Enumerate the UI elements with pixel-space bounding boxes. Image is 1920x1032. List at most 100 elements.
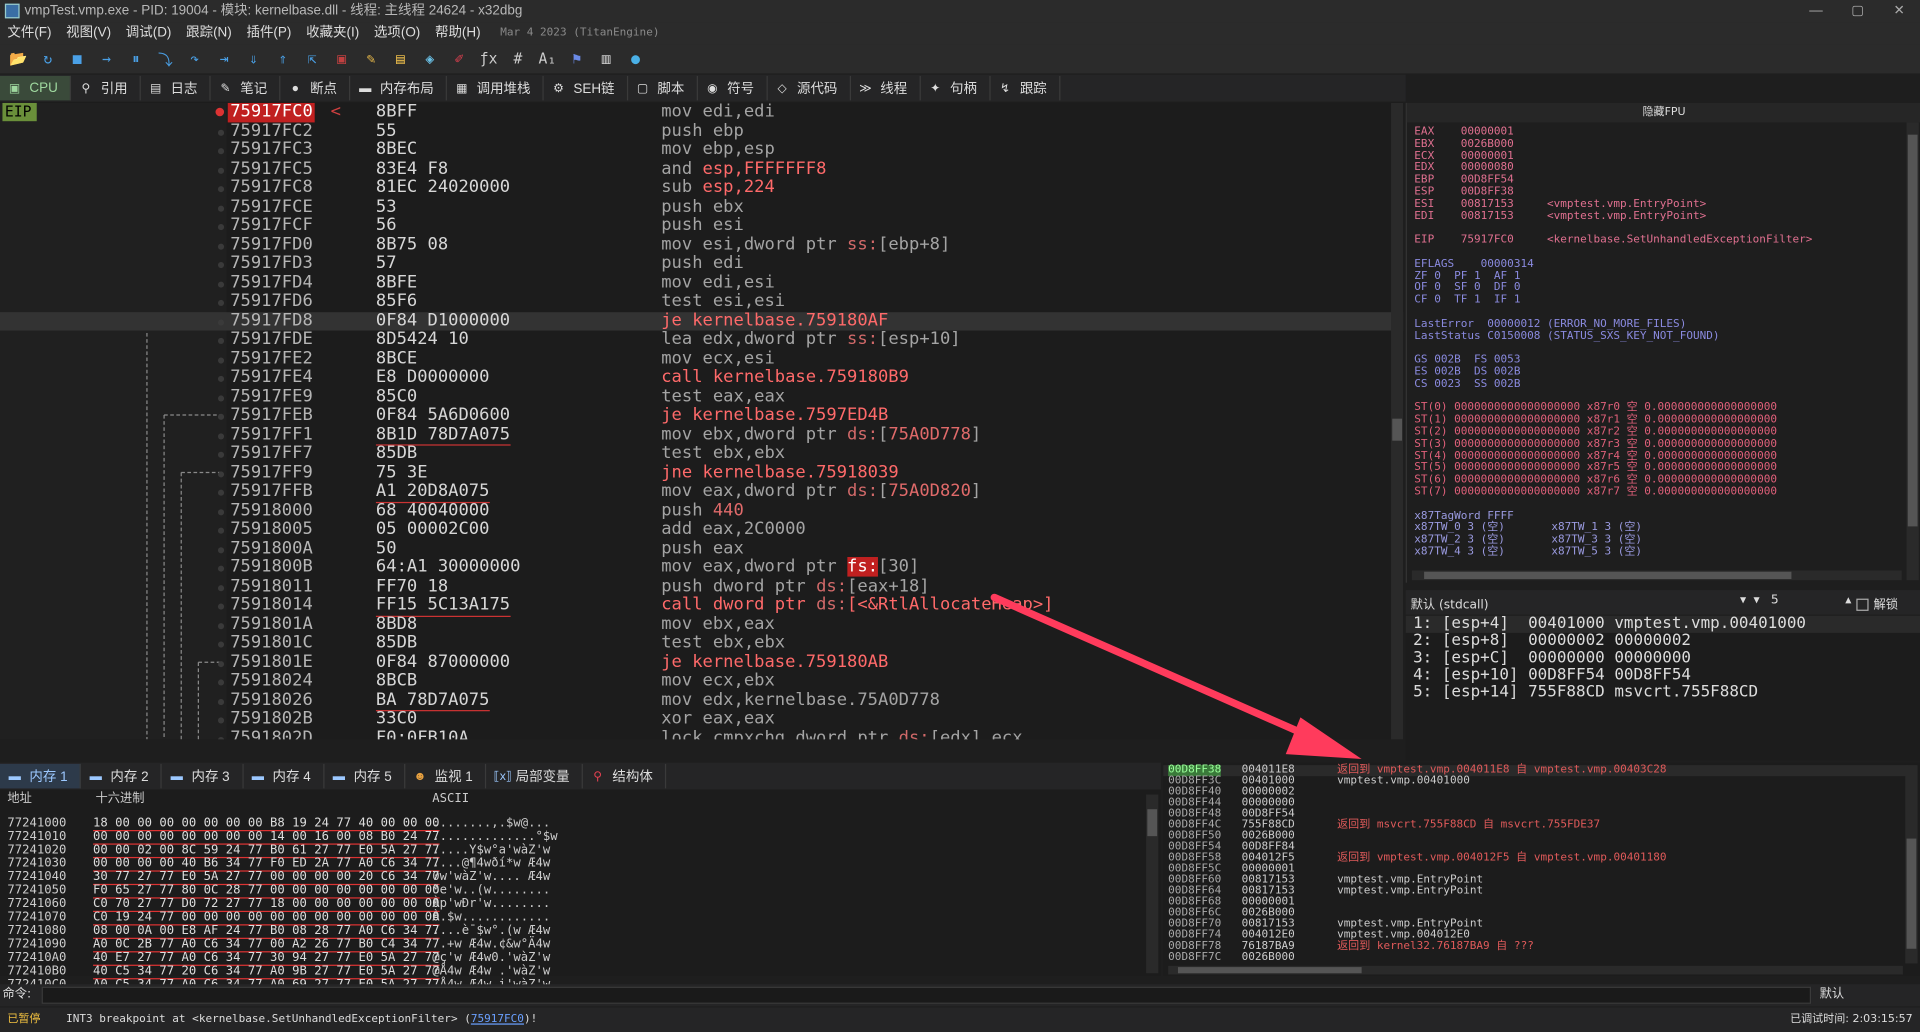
stack-hscrollbar[interactable]	[1168, 965, 1903, 975]
dump-tab-0[interactable]: ▬ 内存 1	[0, 763, 82, 789]
breakpoint-slot[interactable]	[217, 641, 225, 648]
toolbar-icon-8[interactable]: ⇓	[240, 47, 267, 71]
disasm-row[interactable]: 7591801C 85DB test ebx,ebx	[0, 633, 1403, 653]
toolbar-icon-0[interactable]: 📂	[5, 47, 32, 71]
dump-tab-4[interactable]: ▬ 内存 5	[324, 763, 406, 789]
disasm-row[interactable]: 75917FF9 75 3E jne kernelbase.75918039	[0, 462, 1403, 482]
hex-column-header[interactable]: 十六进制	[96, 792, 145, 805]
arguments-list[interactable]: 1: [esp+4] 00401000 vmptest.vmp.00401000…	[1405, 615, 1920, 761]
disasm-row[interactable]: 7591802B 33C0 xor eax,eax	[0, 709, 1403, 729]
stack-view[interactable]: 00D8FF38 004011E8 返回到 vmptest.vmp.004011E8…	[1163, 762, 1920, 976]
breakpoint-slot[interactable]	[217, 584, 225, 591]
toolbar-icon-5[interactable]: ⤵	[152, 47, 179, 71]
register-line[interactable]: CF 0 TF 1 IF 1	[1414, 294, 1812, 307]
disasm-row[interactable]: 75918026 BA 78D7A075 mov edx,kernelbase.75…	[0, 690, 1403, 712]
breakpoint-slot[interactable]	[217, 698, 225, 705]
toolbar-icon-2[interactable]: ■	[64, 47, 91, 71]
disasm-row[interactable]: 7591801E 0F84 87000000 je kernelbase.75918…	[0, 652, 1403, 672]
register-line[interactable]: ST(7) 0000000000000000000 x87r7 空 0.0000…	[1414, 486, 1812, 499]
disasm-row[interactable]: 75917FD4 8BFE mov edi,esi	[0, 273, 1403, 293]
toolbar-icon-13[interactable]: ▤	[387, 47, 414, 71]
command-mode-select[interactable]: 默认	[1820, 984, 1844, 1006]
dump-tab-5[interactable]: ☻ 监视 1	[405, 763, 487, 789]
tab-0[interactable]: ▣ CPU	[0, 75, 72, 101]
breakpoint-slot[interactable]	[217, 243, 225, 250]
breakpoint-slot[interactable]	[217, 375, 225, 382]
register-line[interactable]: EDI 00817153 <vmptest.vmp.EntryPoint>	[1414, 210, 1812, 223]
toolbar-icon-18[interactable]: A₁	[534, 47, 561, 71]
disasm-row[interactable]: 75917FE9 85C0 test eax,eax	[0, 387, 1403, 406]
toolbar-icon-12[interactable]: ✎	[358, 47, 385, 71]
breakpoint-slot[interactable]	[217, 224, 225, 231]
dump-tab-6[interactable]: ⟦x⟧ 局部变量	[486, 763, 584, 789]
disasm-row[interactable]: 75917FFB A1 20D8A075 mov eax,dword ptr ds:…	[0, 481, 1403, 503]
minimize-button[interactable]: —	[1795, 0, 1837, 22]
breakpoint-slot[interactable]	[217, 546, 225, 553]
tab-13[interactable]: ↯ 跟踪	[990, 75, 1061, 101]
menu-item-3[interactable]: 跟踪(N)	[179, 22, 239, 44]
toolbar-icon-16[interactable]: ƒx	[475, 47, 502, 71]
breakpoint-slot[interactable]	[217, 565, 225, 572]
argument-row[interactable]: 4: [esp+10] 00D8FF54 00D8FF54	[1406, 667, 1920, 684]
toolbar-icon-19[interactable]: ⚑	[563, 47, 590, 71]
dump-tab-1[interactable]: ▬ 内存 2	[81, 763, 163, 789]
command-input[interactable]	[41, 986, 1812, 1004]
breakpoint-slot[interactable]	[217, 318, 225, 326]
breakpoint-slot[interactable]	[217, 489, 225, 496]
calling-convention-select[interactable]: 默认 (stdcall) ▾	[1411, 594, 1751, 612]
disasm-row[interactable]: 75917FEB 0F84 5A6D0600 je kernelbase.7597E…	[0, 406, 1403, 425]
disasm-row[interactable]: 75917FD0 8B75 08 mov esi,dword ptr ss:[ebp…	[0, 235, 1403, 255]
breakpoint-slot[interactable]	[217, 717, 225, 724]
toolbar-icon-3[interactable]: →	[93, 47, 120, 71]
disasm-row[interactable]: 75917FD8 0F84 D1000000 je kernelbase.75918…	[0, 311, 1404, 331]
toolbar-icon-14[interactable]: ◈	[416, 47, 443, 71]
disasm-row[interactable]: 75918005 05 00002C00 add eax,2C0000	[0, 519, 1403, 539]
breakpoint-slot[interactable]	[217, 261, 225, 269]
breakpoint-slot[interactable]	[217, 603, 225, 610]
status-address-link[interactable]: 75917FC0	[471, 1014, 524, 1026]
breakpoint-icon[interactable]	[215, 107, 225, 117]
register-line[interactable]: x87TW_4 3 (空) x87TW_5 3 (空)	[1414, 546, 1812, 559]
disasm-row[interactable]: 75917FC8 81EC 24020000 sub esp,224	[0, 178, 1403, 198]
menu-item-6[interactable]: 选项(O)	[367, 22, 428, 44]
menu-item-7[interactable]: 帮助(H)	[428, 22, 488, 44]
breakpoint-slot[interactable]	[217, 148, 225, 155]
regs-vscrollbar[interactable]	[1906, 122, 1919, 581]
disasm-row[interactable]: 75917FDE 8D5424 10 lea edx,dword ptr ss:[e…	[0, 330, 1403, 350]
argument-row[interactable]: 3: [esp+C] 00000000 00000000	[1406, 649, 1920, 667]
toolbar-icon-1[interactable]: ↻	[34, 47, 61, 71]
breakpoint-slot[interactable]	[217, 205, 225, 212]
breakpoint-slot[interactable]	[217, 660, 225, 667]
argument-row[interactable]: 2: [esp+8] 00000002 00000002	[1406, 632, 1920, 650]
tab-10[interactable]: ◇ 源代码	[768, 75, 851, 101]
breakpoint-slot[interactable]	[217, 508, 225, 515]
tab-9[interactable]: ◉ 符号	[698, 75, 768, 101]
disasm-row[interactable]: 7591800B 64:A1 30000000 mov eax,dword ptr …	[0, 557, 1403, 577]
breakpoint-slot[interactable]	[217, 527, 225, 534]
unlock-checkbox[interactable]: 解锁	[1856, 594, 1898, 612]
disasm-row[interactable]: 75917FCE 53 push ebx	[0, 197, 1403, 217]
toolbar-icon-4[interactable]: ⏸	[122, 47, 149, 71]
menu-item-1[interactable]: 视图(V)	[59, 22, 119, 44]
register-line[interactable]: CS 0023 SS 002B	[1414, 378, 1812, 391]
dump-tab-2[interactable]: ▬ 内存 3	[162, 763, 244, 789]
toolbar-icon-17[interactable]: #	[504, 47, 531, 71]
breakpoint-slot[interactable]	[217, 280, 225, 288]
disasm-row[interactable]: 75917FE4 E8 D0000000 call kernelbase.75918…	[0, 368, 1403, 387]
tab-2[interactable]: ▤ 日志	[141, 75, 211, 101]
breakpoint-slot[interactable]	[217, 432, 225, 439]
dump-vscrollbar[interactable]	[1146, 794, 1159, 974]
breakpoint-slot[interactable]	[217, 394, 225, 401]
breakpoint-slot[interactable]	[217, 470, 225, 477]
dump-tab-7[interactable]: ⚲ 结构体	[583, 763, 667, 789]
breakpoint-slot[interactable]	[217, 413, 225, 420]
register-line[interactable]: LastStatus C0150008 (STATUS_SXS_KEY_NOT_…	[1414, 330, 1812, 343]
tab-7[interactable]: ⚙ SEH链	[544, 75, 628, 101]
disasm-row[interactable]: 75917FC2 55 push ebp	[0, 121, 1403, 141]
breakpoint-slot[interactable]	[217, 736, 225, 740]
tab-12[interactable]: ✦ 句柄	[921, 75, 991, 101]
memory-dump[interactable]: 地址 十六进制 ASCII 77241000 18 00 00 00 00 00 …	[0, 789, 1161, 993]
breakpoint-slot[interactable]	[217, 299, 225, 307]
disasm-row[interactable]: 75917FE2 8BCE mov ecx,esi	[0, 349, 1403, 369]
tab-11[interactable]: ≫ 线程	[851, 75, 921, 101]
